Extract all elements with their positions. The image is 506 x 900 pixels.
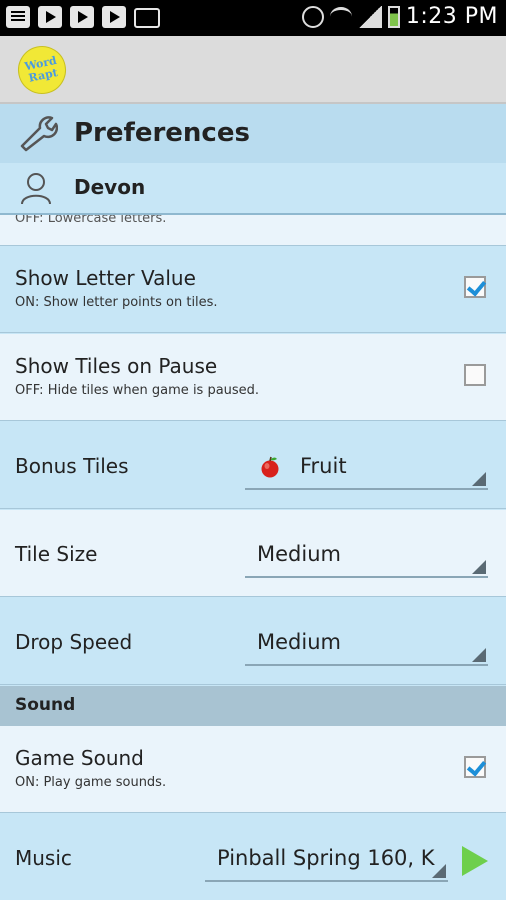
dropdown-value: Fruit — [300, 454, 347, 478]
row-title: Show Tiles on Pause — [15, 354, 218, 378]
row-title: Game Sound — [15, 746, 144, 770]
clipboard-icon — [6, 6, 30, 28]
row-title: Bonus Tiles — [15, 454, 129, 478]
status-bar: 1:23 PM — [0, 0, 506, 36]
play-store-icon — [102, 6, 126, 28]
dropdown-value: Medium — [257, 542, 341, 566]
game-sound-checkbox[interactable] — [464, 756, 486, 778]
dropdown-arrow-icon — [472, 472, 486, 486]
wifi-icon — [329, 7, 352, 26]
row-subtitle: OFF: Hide tiles when game is paused. — [15, 383, 260, 398]
signal-icon — [357, 5, 382, 28]
dropdown-arrow-icon — [472, 560, 486, 574]
app-logo[interactable]: Word Rapt — [13, 41, 71, 99]
dropdown-arrow-icon — [432, 864, 446, 878]
music-row: Music Pinball Spring 160, K — [0, 814, 506, 900]
battery-icon — [387, 5, 400, 28]
sound-section-header: Sound — [0, 686, 506, 726]
row-title: Music — [15, 846, 72, 870]
app-bar: Word Rapt — [0, 36, 506, 104]
dropdown-value: Pinball Spring 160, K — [217, 846, 435, 870]
user-name: Devon — [74, 175, 146, 199]
row-title: Drop Speed — [15, 630, 133, 654]
row-subtitle: ON: Show letter points on tiles. — [15, 295, 218, 310]
lowercase-letters-row[interactable]: OFF: Lowercase letters. — [0, 215, 506, 246]
voicemail-icon — [134, 8, 160, 28]
bonus-tiles-dropdown[interactable]: Fruit — [245, 452, 488, 490]
music-dropdown[interactable]: Pinball Spring 160, K — [205, 844, 448, 882]
clock: 1:23 PM — [405, 4, 498, 29]
show-tiles-on-pause-checkbox[interactable] — [464, 364, 486, 386]
section-label: Sound — [15, 695, 76, 715]
system-icons: 1:23 PM — [301, 4, 498, 29]
user-row[interactable]: Devon — [0, 163, 506, 215]
row-subtitle: OFF: Lowercase letters. — [15, 215, 167, 226]
dropdown-value: Medium — [257, 630, 341, 654]
apple-icon — [261, 456, 279, 478]
game-sound-row[interactable]: Game Sound ON: Play game sounds. — [0, 726, 506, 813]
user-icon — [21, 173, 51, 205]
row-title: Tile Size — [15, 542, 98, 566]
play-store-icon — [38, 6, 62, 28]
wrench-icon — [20, 116, 58, 152]
play-icon[interactable] — [462, 846, 488, 876]
show-tiles-on-pause-row[interactable]: Show Tiles on Pause OFF: Hide tiles when… — [0, 334, 506, 421]
show-letter-value-row[interactable]: Show Letter Value ON: Show letter points… — [0, 246, 506, 333]
drop-speed-row: Drop Speed Medium — [0, 598, 506, 685]
dropdown-arrow-icon — [472, 648, 486, 662]
show-letter-value-checkbox[interactable] — [464, 276, 486, 298]
page-title: Preferences — [74, 118, 250, 148]
gps-icon — [301, 5, 324, 28]
notification-icons — [6, 6, 160, 28]
bonus-tiles-row: Bonus Tiles Fruit — [0, 422, 506, 509]
tile-size-dropdown[interactable]: Medium — [245, 540, 488, 578]
tile-size-row: Tile Size Medium — [0, 510, 506, 597]
row-title: Show Letter Value — [15, 266, 196, 290]
preferences-header: Preferences — [0, 104, 506, 165]
drop-speed-dropdown[interactable]: Medium — [245, 628, 488, 666]
play-store-icon — [70, 6, 94, 28]
row-subtitle: ON: Play game sounds. — [15, 775, 167, 790]
